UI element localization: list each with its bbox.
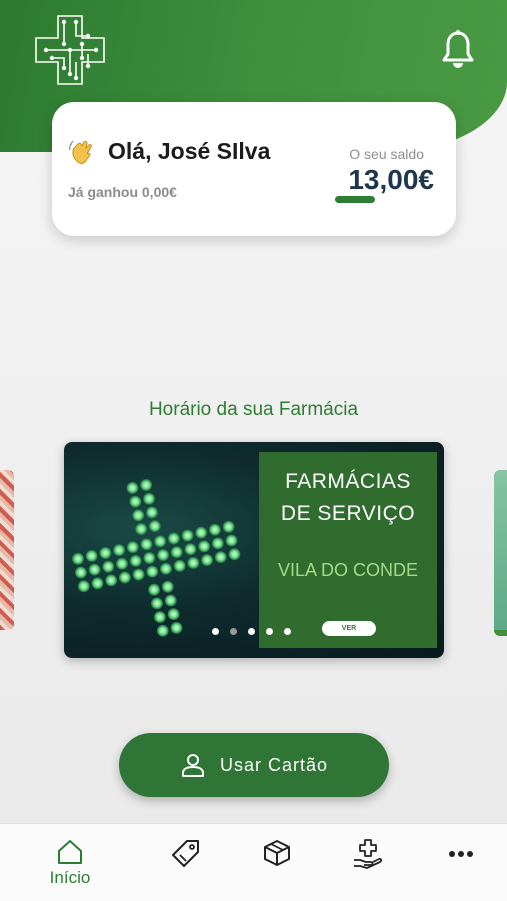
nav-item-more[interactable] — [447, 850, 475, 858]
more-icon — [449, 851, 473, 857]
glowing-cross-icon — [71, 479, 241, 637]
bell-icon[interactable] — [440, 30, 476, 70]
banner-title-line2: DE SERVIÇO — [280, 502, 416, 525]
bottom-navigation: Início — [0, 823, 507, 901]
greeting-card: Olá, José SIlva Já ganhou 0,00€ O seu sa… — [52, 102, 456, 236]
box-icon — [264, 840, 290, 866]
carousel-prev-slide[interactable] — [0, 470, 14, 630]
user-icon — [181, 754, 204, 777]
balance-label: O seu saldo — [349, 146, 424, 162]
use-card-label: Usar Cartão — [219, 754, 329, 775]
pagination-dot[interactable] — [266, 628, 273, 635]
nav-item-products[interactable] — [262, 838, 292, 868]
on-duty-pharmacies-banner[interactable]: FARMÁCIAS DE SERVIÇO VILA DO CONDE VER — [64, 442, 444, 658]
tag-icon — [172, 840, 199, 867]
banner-city: VILA DO CONDE — [277, 560, 419, 580]
greeting-text: Olá, José SIlva — [108, 138, 271, 164]
pagination-dot[interactable] — [284, 628, 291, 635]
nav-item-offers[interactable] — [170, 838, 202, 868]
use-card-button[interactable]: Usar Cartão — [119, 733, 389, 797]
waving-hand-icon — [69, 140, 93, 164]
pagination-dot[interactable] — [248, 628, 255, 635]
pharmacy-hours-title: Horário da sua Farmácia — [148, 399, 359, 420]
nav-item-label: Início — [49, 868, 91, 887]
pagination-dot[interactable] — [212, 628, 219, 635]
pharmacy-cross-logo-icon — [35, 15, 105, 85]
pagination-dot-active[interactable] — [230, 628, 237, 635]
balance-value: 13,00€ — [348, 164, 434, 195]
carousel-next-slide[interactable] — [494, 470, 507, 636]
view-button[interactable]: VER — [322, 621, 376, 636]
home-icon — [58, 840, 82, 864]
nav-item-inicio[interactable]: Início — [44, 838, 96, 888]
hand-cross-icon — [354, 839, 382, 869]
banner-text-panel: FARMÁCIAS DE SERVIÇO VILA DO CONDE VER — [259, 452, 437, 648]
earned-amount: Já ganhou 0,00€ — [68, 184, 177, 200]
banner-title-line1: FARMÁCIAS — [285, 470, 411, 493]
carousel-pagination — [212, 628, 291, 635]
balance-underline — [335, 196, 375, 203]
nav-item-pharmacy-services[interactable] — [352, 838, 384, 870]
banner-title: FARMÁCIAS DE SERVIÇO — [259, 466, 437, 530]
